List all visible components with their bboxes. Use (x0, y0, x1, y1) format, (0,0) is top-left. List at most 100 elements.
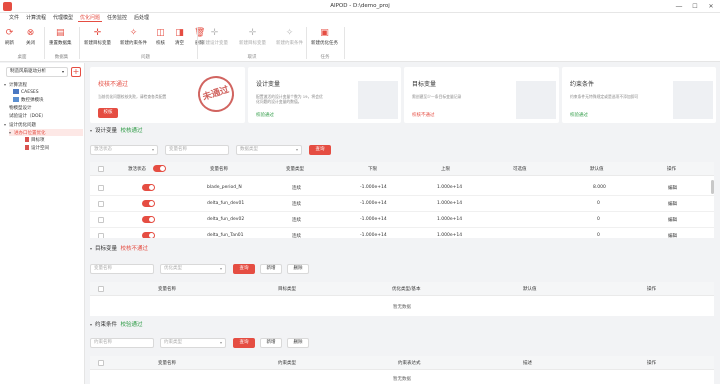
data-type-filter[interactable]: 数据类型 ▾ (236, 145, 302, 155)
maximize-button[interactable]: ☐ (688, 1, 702, 12)
constraint-type-filter[interactable]: 约束类型 ▾ (160, 338, 226, 348)
add-project-button[interactable]: + (71, 67, 81, 77)
new-constraint-cond-button[interactable]: ✧ 新建约束条件 (276, 27, 303, 46)
objective-add-button[interactable]: 新增 (260, 264, 282, 274)
caeses-icon (13, 89, 19, 94)
design-card-status: 校验通过 (256, 113, 274, 118)
design-space-icon (25, 145, 29, 150)
row-active-toggle[interactable] (142, 184, 155, 191)
chevron-down-icon: ▾ (61, 69, 64, 74)
edit-link[interactable]: 编辑 (668, 201, 677, 207)
project-tree-panel: 制造风扇驱动分析 ▾ + ▾ 计算流程 CAESES 数控弹模块 物模型设计 试验设… (0, 63, 85, 384)
table-header: 变量名称 约束类型 约束表达式 描述 操作 (90, 356, 714, 370)
row-checkbox[interactable] (98, 201, 104, 207)
cell-type: 连续 (292, 202, 301, 207)
var-name-filter[interactable]: 变量名称 (165, 145, 229, 155)
menu-file[interactable]: 文件 (7, 14, 21, 22)
close-circle-icon: ⊗ (26, 28, 35, 38)
col-opt-type: 优化类型/基本 (392, 287, 421, 292)
tree-item-surrogate[interactable]: 物模型设计 (9, 105, 32, 112)
plus-star-icon: ✛ (93, 28, 102, 38)
active-all-toggle[interactable] (153, 165, 166, 172)
col-constraint-type: 约束类型 (278, 361, 296, 366)
clear-button[interactable]: ◨ 清空 (175, 27, 184, 46)
col-default: 默认值 (590, 167, 604, 172)
design-query-button[interactable]: 查询 (309, 145, 331, 155)
col-active: 激活状态 (128, 167, 146, 172)
menu-optimization[interactable]: 优化问题 (78, 14, 103, 22)
row-checkbox[interactable] (98, 185, 104, 191)
col-ops: 操作 (647, 287, 656, 292)
table-scrollbar[interactable] (711, 180, 714, 194)
objective-type-filter[interactable]: 优化类型 ▾ (160, 264, 226, 274)
design-section-header[interactable]: ▾ 设计变量 校核通过 (90, 126, 143, 134)
objective-var-card[interactable]: 目标变量 需创建至少一条目标变量记录 校核不通过 (404, 67, 559, 123)
close-button[interactable]: ✕ (704, 1, 718, 12)
constraint-query-button[interactable]: 查询 (233, 338, 255, 348)
constraint-delete-button[interactable]: 删除 (287, 338, 309, 348)
cell-type: 连续 (292, 218, 301, 223)
tree-item-workflow[interactable]: ▾ 计算流程 (4, 81, 27, 88)
objective-section-header[interactable]: ▾ 目标变量 校核不通过 (90, 244, 148, 252)
verify-button[interactable]: ◫ 校核 (156, 27, 165, 46)
table-row: blade_period_N 连续 -1.000e+14 1.000e+14 8… (90, 180, 714, 196)
close-desktop-button[interactable]: ⊗ 关闭 (26, 27, 35, 46)
constraint-icon: ✧ (285, 28, 294, 38)
cell-lower: -1.000e+14 (360, 185, 387, 190)
title-bar: AIPOD - D:\demo_proj — ☐ ✕ (0, 0, 720, 13)
edit-link[interactable]: 编辑 (668, 185, 677, 191)
objective-name-filter[interactable]: 变量名称 (90, 264, 154, 274)
objective-query-button[interactable]: 查询 (233, 264, 255, 274)
col-default: 默认值 (523, 287, 537, 292)
menu-workflow[interactable]: 计算流程 (24, 14, 48, 22)
design-var-card[interactable]: 设计变量 配置激活的设计变量个数为 19，将会优化问题的设计变量的数值。 校验通… (248, 67, 401, 123)
edit-link[interactable]: 编辑 (668, 233, 677, 238)
tree-item-cfd-module[interactable]: 数控弹模块 (13, 97, 44, 104)
constraint-section-header[interactable]: ▾ 约束条件 校验通过 (90, 320, 143, 328)
active-status-filter[interactable]: 激活状态 ▾ (90, 145, 158, 155)
window-title: AIPOD - D:\demo_proj (330, 3, 390, 9)
objective-delete-button[interactable]: 删除 (287, 264, 309, 274)
col-description: 描述 (523, 361, 532, 366)
cell-name: delta_fun_dev01 (207, 201, 245, 206)
edit-link[interactable]: 编辑 (668, 217, 677, 223)
row-active-toggle[interactable] (142, 200, 155, 207)
refresh-button[interactable]: ⟳ 刷新 (5, 27, 14, 46)
project-select[interactable]: 制造风扇驱动分析 ▾ (6, 67, 68, 77)
select-all-checkbox[interactable] (98, 360, 104, 366)
minimize-button[interactable]: — (672, 1, 686, 12)
tree-item-objective[interactable]: 目标项 (25, 137, 45, 144)
cell-upper: 1.000e+14 (437, 201, 463, 206)
cell-type: 连续 (292, 234, 301, 238)
tree-item-design-space[interactable]: 设计空间 (25, 145, 49, 152)
row-checkbox[interactable] (98, 233, 104, 238)
group-quick-label: 取识 (247, 55, 257, 60)
verify-card-button[interactable]: 校核 (98, 108, 118, 118)
new-constraint-button[interactable]: ✧ 新建约束条件 (120, 27, 147, 46)
constraint-name-filter[interactable]: 约束名称 (90, 338, 154, 348)
new-objective-button[interactable]: ✛ 新建目标变量 (84, 27, 111, 46)
select-all-checkbox[interactable] (98, 286, 104, 292)
constraint-add-button[interactable]: 新增 (260, 338, 282, 348)
new-objective-var-button[interactable]: ✛ 新建目标变量 (239, 27, 266, 46)
menu-task-monitor[interactable]: 任务监控 (105, 14, 129, 22)
new-design-var-button[interactable]: ✛ 新建设计变量 (201, 27, 228, 46)
tree-item-doe[interactable]: 试验设计（DOE） (9, 113, 46, 120)
tree-item-opt-problem[interactable]: ▾ 设计优化问题 (4, 121, 36, 128)
menu-postprocess[interactable]: 后处理 (132, 14, 151, 22)
row-active-toggle[interactable] (142, 232, 155, 238)
reset-dataset-button[interactable]: ▤ 重置数据集 (49, 27, 72, 46)
row-checkbox[interactable] (98, 217, 104, 223)
constraint-card-desc: 约束条件无特殊规定或是选项不添加即可 (570, 94, 639, 99)
chevron-down-icon: ▾ (295, 147, 298, 152)
row-active-toggle[interactable] (142, 216, 155, 223)
menu-surrogate[interactable]: 代理模型 (51, 14, 75, 22)
tree-item-caeses[interactable]: CAESES (13, 89, 39, 96)
constraint-card[interactable]: 约束条件 约束条件无特殊规定或是选项不添加即可 校验通过 (562, 67, 716, 123)
select-all-checkbox[interactable] (98, 166, 104, 172)
objective-icon (25, 137, 29, 142)
constraint-table: 变量名称 约束类型 约束表达式 描述 操作 暂无数据 (90, 356, 714, 384)
verify-status-card: 校核不通过 当前优化问题校核失败，请检查各类配置 校核 未通过 (90, 67, 245, 123)
new-opt-task-button[interactable]: ▣ 新建优化任务 (311, 27, 338, 46)
tree-item-inlet-opt[interactable]: ▾ 进办口位置优化 (9, 129, 83, 136)
